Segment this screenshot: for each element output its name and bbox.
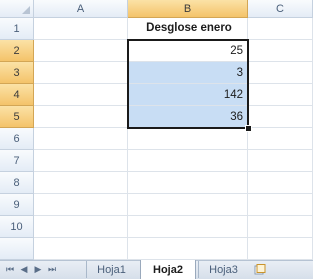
last-sheet-icon[interactable]: ⏭ [46,263,58,277]
cell-b2-value: 25 [230,45,243,57]
cell-a3[interactable] [34,62,128,84]
row-header-2[interactable]: 2 [0,40,34,62]
cell-b3-value: 3 [236,67,243,79]
cell-b6[interactable] [128,128,248,150]
tab-hoja1[interactable]: Hoja1 [86,261,136,278]
cell-c7[interactable] [248,150,313,172]
cell-a1[interactable] [34,18,128,40]
cell-c6[interactable] [248,128,313,150]
row-header-8[interactable]: 8 [0,172,34,194]
first-sheet-icon[interactable]: ⏮ [4,263,16,277]
tab-hoja3[interactable]: Hoja3 [198,261,248,278]
select-all-icon [22,6,30,14]
cell-c3[interactable] [248,62,313,84]
cell-b7[interactable] [128,150,248,172]
cell-c4[interactable] [248,84,313,106]
row-header-3[interactable]: 3 [0,62,34,84]
insert-sheet-icon[interactable] [253,263,267,276]
cell-a6[interactable] [34,128,128,150]
select-all-corner[interactable] [0,0,34,18]
row-header-4[interactable]: 4 [0,84,34,106]
row-header-9[interactable]: 9 [0,194,34,216]
cell-a9[interactable] [34,194,128,216]
cell-c1[interactable] [248,18,313,40]
cell-a8[interactable] [34,172,128,194]
cell-b11[interactable] [128,238,248,260]
cell-b1-text: Desglose enero [146,22,232,34]
row-header-11 [0,238,34,260]
row-header-6[interactable]: 6 [0,128,34,150]
fill-handle[interactable] [245,125,252,132]
cell-b8[interactable] [128,172,248,194]
cell-a11[interactable] [34,238,128,260]
cell-b4-value: 142 [223,89,243,101]
cell-c9[interactable] [248,194,313,216]
row-header-10[interactable]: 10 [0,216,34,238]
cell-a4[interactable] [34,84,128,106]
cell-a7[interactable] [34,150,128,172]
row-header-1[interactable]: 1 [0,18,34,40]
cell-c2[interactable] [248,40,313,62]
cell-a10[interactable] [34,216,128,238]
row-header-7[interactable]: 7 [0,150,34,172]
sheet-tab-bar: ⏮ ◀ ▶ ⏭ Hoja1 Hoja2 Hoja3 [0,260,313,279]
cell-a2[interactable] [34,40,128,62]
column-header-b[interactable]: B [128,0,248,18]
cell-b10[interactable] [128,216,248,238]
prev-sheet-icon[interactable]: ◀ [18,263,30,277]
cell-a5[interactable] [34,106,128,128]
cell-c5[interactable] [248,106,313,128]
cell-c10[interactable] [248,216,313,238]
cell-b9[interactable] [128,194,248,216]
tab-hoja2[interactable]: Hoja2 [140,260,196,279]
cell-c11[interactable] [248,238,313,260]
spreadsheet: A B C 1 2 3 4 5 6 7 8 9 10 Desglose ener… [0,0,313,279]
cell-c8[interactable] [248,172,313,194]
column-header-c[interactable]: C [248,0,313,18]
next-sheet-icon[interactable]: ▶ [32,263,44,277]
column-header-a[interactable]: A [34,0,128,18]
row-header-5[interactable]: 5 [0,106,34,128]
cell-b5-value: 36 [230,111,243,123]
